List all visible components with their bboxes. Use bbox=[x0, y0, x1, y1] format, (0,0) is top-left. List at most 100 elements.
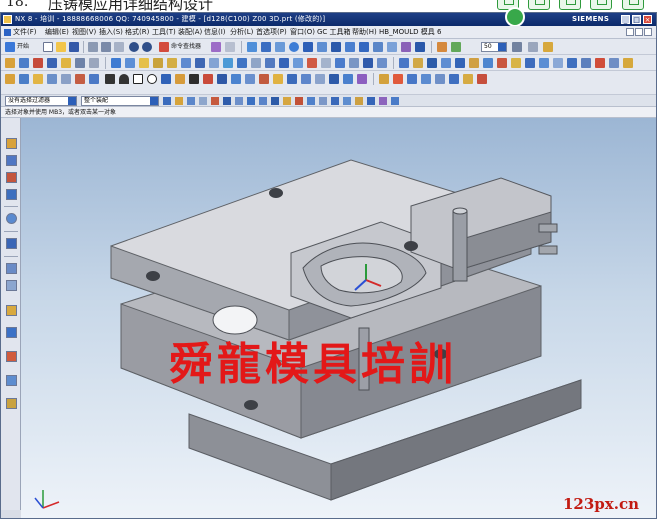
system-materials-icon[interactable] bbox=[6, 263, 17, 274]
sketch-fit-icon[interactable] bbox=[393, 74, 403, 84]
bounded-grid-icon[interactable] bbox=[355, 97, 363, 105]
convert-ref-icon[interactable] bbox=[259, 74, 269, 84]
fillet-icon[interactable] bbox=[161, 74, 171, 84]
revolve-icon[interactable] bbox=[33, 58, 43, 68]
doc-minimize-button[interactable] bbox=[626, 28, 634, 36]
menu-tools[interactable]: 工具(T) bbox=[152, 26, 176, 39]
unite-icon[interactable] bbox=[181, 58, 191, 68]
cooling-icon[interactable] bbox=[609, 58, 619, 68]
view-ruler-icon[interactable] bbox=[528, 42, 538, 52]
command-finder-label[interactable]: 命令查找器 bbox=[171, 41, 201, 53]
ejector-icon[interactable] bbox=[623, 58, 633, 68]
circle-icon[interactable] bbox=[147, 74, 157, 84]
finish-sketch-icon[interactable] bbox=[379, 74, 389, 84]
palette-icon[interactable] bbox=[567, 58, 577, 68]
chamfer-icon[interactable] bbox=[125, 58, 135, 68]
pad-icon[interactable] bbox=[89, 58, 99, 68]
ellipse-icon[interactable] bbox=[47, 74, 57, 84]
mirror-curve-icon[interactable] bbox=[343, 74, 353, 84]
conic-icon[interactable] bbox=[61, 74, 71, 84]
mid-point-icon[interactable] bbox=[259, 97, 267, 105]
roles-icon[interactable] bbox=[539, 58, 549, 68]
menu-view[interactable]: 视图(V) bbox=[72, 26, 96, 39]
measure-icon[interactable] bbox=[437, 42, 447, 52]
assembly-scope-dropdown[interactable]: 整个装配 bbox=[81, 96, 159, 106]
layer-icon[interactable] bbox=[225, 42, 235, 52]
doc-close-button[interactable] bbox=[644, 28, 652, 36]
select-edge-icon[interactable] bbox=[199, 97, 207, 105]
menu-file[interactable]: 文件(F) bbox=[13, 26, 37, 39]
split-icon[interactable] bbox=[307, 58, 317, 68]
color-icon[interactable] bbox=[543, 42, 553, 52]
web-browser-icon[interactable] bbox=[6, 213, 17, 224]
fit-window-icon[interactable] bbox=[512, 42, 522, 52]
doc-settings-icon[interactable] bbox=[622, 0, 644, 10]
spline-icon[interactable] bbox=[75, 74, 85, 84]
rectangle-icon[interactable] bbox=[133, 74, 143, 84]
start-icon[interactable] bbox=[5, 42, 15, 52]
zoom-value-field[interactable]: 50 bbox=[481, 42, 507, 52]
show-snaps-icon[interactable] bbox=[367, 97, 375, 105]
hole-icon[interactable] bbox=[47, 58, 57, 68]
mold-wizard-nav-icon[interactable] bbox=[6, 398, 17, 409]
menu-format[interactable]: 格式(R) bbox=[125, 26, 149, 39]
menu-analysis[interactable]: 分析(L) bbox=[230, 26, 253, 39]
doc-restore-button[interactable] bbox=[635, 28, 643, 36]
select-all-icon[interactable] bbox=[211, 97, 219, 105]
part-navigator-icon[interactable] bbox=[6, 172, 17, 183]
curve-icon[interactable] bbox=[377, 58, 387, 68]
intersect-point-icon[interactable] bbox=[283, 97, 291, 105]
menu-edit[interactable]: 编辑(E) bbox=[45, 26, 69, 39]
pocket-icon[interactable] bbox=[75, 58, 85, 68]
intersect-icon[interactable] bbox=[209, 58, 219, 68]
fit-icon[interactable] bbox=[247, 42, 257, 52]
roles-icon[interactable] bbox=[6, 327, 17, 338]
draft-icon[interactable] bbox=[153, 58, 163, 68]
menu-gc-toolkit[interactable]: GC 工具箱 bbox=[317, 26, 351, 39]
offset-curve-icon[interactable] bbox=[315, 74, 325, 84]
constraint-icon[interactable] bbox=[203, 74, 213, 84]
sketch-tools-icon[interactable] bbox=[477, 74, 487, 84]
view-orient-icon[interactable] bbox=[331, 42, 341, 52]
quick-pick-icon[interactable] bbox=[391, 97, 399, 105]
pattern-curve-icon[interactable] bbox=[329, 74, 339, 84]
menu-assemblies[interactable]: 装配(A) bbox=[178, 26, 202, 39]
save-icon[interactable] bbox=[69, 42, 79, 52]
point-icon[interactable] bbox=[441, 58, 451, 68]
replace-face-icon[interactable] bbox=[265, 58, 275, 68]
orient-view-icon[interactable] bbox=[407, 74, 417, 84]
lock-icon[interactable] bbox=[379, 97, 387, 105]
snap-point-icon[interactable] bbox=[235, 97, 243, 105]
sew-icon[interactable] bbox=[335, 58, 345, 68]
analysis-icon[interactable] bbox=[451, 42, 461, 52]
part-nav-icon[interactable] bbox=[483, 58, 493, 68]
surface-icon[interactable] bbox=[363, 58, 373, 68]
dimension-icon[interactable] bbox=[217, 74, 227, 84]
deselect-icon[interactable] bbox=[223, 97, 231, 105]
reuse-library-icon[interactable] bbox=[6, 189, 17, 200]
arc-center-icon[interactable] bbox=[295, 97, 303, 105]
open-icon[interactable] bbox=[56, 42, 66, 52]
minimize-button[interactable]: _ bbox=[621, 15, 630, 24]
project-curve-icon[interactable] bbox=[301, 74, 311, 84]
undo-icon[interactable] bbox=[129, 42, 139, 52]
axis-icon[interactable] bbox=[413, 58, 423, 68]
update-model-icon[interactable] bbox=[449, 74, 459, 84]
wireframe-icon[interactable] bbox=[317, 42, 327, 52]
section-view-icon[interactable] bbox=[401, 42, 411, 52]
select-feature-icon[interactable] bbox=[163, 97, 171, 105]
selection-filter-dropdown[interactable]: 没有选择过滤器 bbox=[5, 96, 77, 106]
sketch-trim-icon[interactable] bbox=[175, 74, 185, 84]
cut-icon[interactable] bbox=[88, 42, 98, 52]
history-icon[interactable] bbox=[525, 58, 535, 68]
pattern-icon[interactable] bbox=[237, 58, 247, 68]
plane-icon[interactable] bbox=[427, 58, 437, 68]
doc-share-icon[interactable] bbox=[528, 0, 550, 10]
history-navigator-icon[interactable] bbox=[6, 238, 17, 249]
reuse-lib-icon[interactable] bbox=[511, 58, 521, 68]
system-icon[interactable] bbox=[553, 58, 563, 68]
sketch-icon[interactable] bbox=[5, 58, 15, 68]
select-face-icon[interactable] bbox=[187, 97, 195, 105]
mirror-icon[interactable] bbox=[251, 58, 261, 68]
subtract-icon[interactable] bbox=[195, 58, 205, 68]
